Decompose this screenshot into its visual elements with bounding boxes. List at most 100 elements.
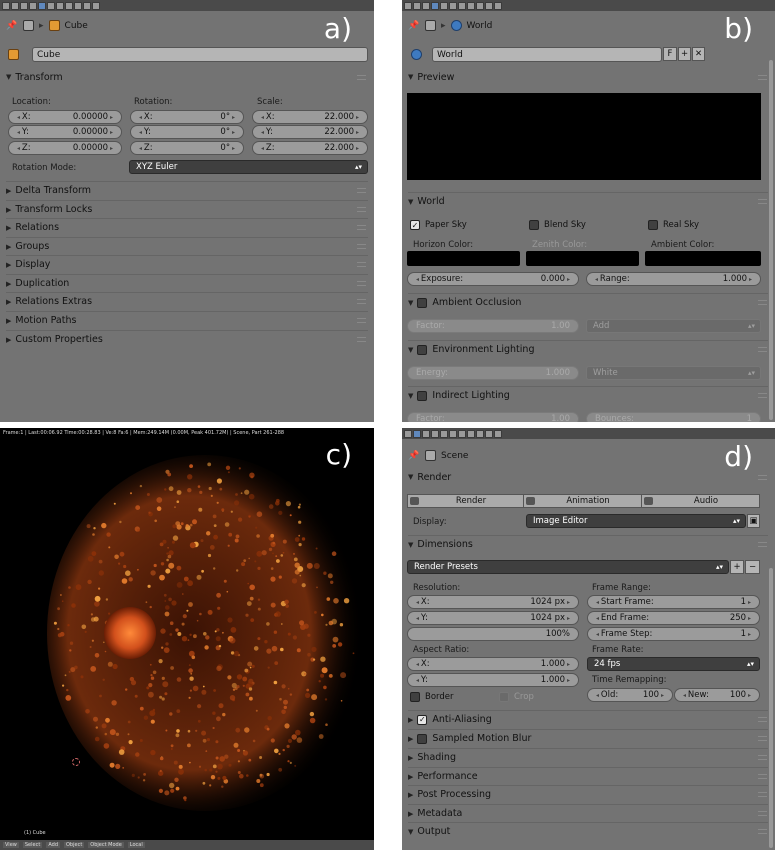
aspect-y-field[interactable]: Y:1.000	[407, 673, 579, 687]
section-relations[interactable]: ▶ Relations	[6, 218, 368, 236]
3d-cursor-icon[interactable]	[72, 758, 80, 766]
drag-grip[interactable]	[357, 75, 366, 80]
render-button[interactable]: Render	[407, 494, 524, 508]
audio-button[interactable]: Audio	[641, 494, 760, 508]
render-presets-select[interactable]: Render Presets ▴▾	[407, 560, 729, 574]
scene-tab-icon[interactable]	[422, 429, 430, 438]
drag-grip[interactable]	[758, 736, 767, 741]
section-motion-paths[interactable]: ▶ Motion Paths	[6, 311, 368, 329]
energy-field[interactable]: Energy: 1.000	[407, 366, 579, 380]
drag-grip[interactable]	[357, 244, 366, 249]
section-custom-properties[interactable]: ▶ Custom Properties	[6, 330, 368, 348]
section-groups[interactable]: ▶ Groups	[6, 237, 368, 255]
section-transform-locks[interactable]: ▶ Transform Locks	[6, 200, 368, 218]
drag-grip[interactable]	[357, 318, 366, 323]
aspect-x-field[interactable]: X:1.000	[407, 657, 579, 671]
texture-tab-icon[interactable]	[83, 1, 91, 10]
physics-tab-icon[interactable]	[494, 1, 502, 10]
blend-sky-checkbox[interactable]: Blend Sky	[529, 220, 586, 230]
section-relations-extras[interactable]: ▶ Relations Extras	[6, 292, 368, 310]
mode-select[interactable]: Object Mode	[88, 842, 124, 848]
paper-sky-checkbox[interactable]: ✓ Paper Sky	[410, 220, 467, 230]
resolution-y-field[interactable]: Y:1024 px	[407, 611, 579, 625]
resolution-x-field[interactable]: X:1024 px	[407, 595, 579, 609]
material-tab-icon[interactable]	[476, 429, 484, 438]
rotation-z-field[interactable]: Z:0°	[130, 141, 244, 155]
scrollbar[interactable]	[769, 568, 773, 848]
data-tab-icon[interactable]	[467, 429, 475, 438]
environment-lighting-header[interactable]: ▼ Environment Lighting	[408, 340, 768, 358]
drag-grip[interactable]	[357, 207, 366, 212]
drag-grip[interactable]	[357, 188, 366, 193]
modifiers-tab-icon[interactable]	[458, 429, 466, 438]
section-performance[interactable]: ▶ Performance	[408, 767, 768, 785]
modifiers-tab-icon[interactable]	[458, 1, 466, 10]
physics-tab-icon[interactable]	[92, 1, 100, 10]
drag-grip[interactable]	[758, 199, 767, 204]
add-preset-icon[interactable]: +	[730, 560, 744, 574]
world-header[interactable]: ▼ World	[408, 192, 768, 210]
drag-grip[interactable]	[357, 337, 366, 342]
zenith-color-swatch[interactable]	[526, 251, 639, 266]
location-z-field[interactable]: Z:0.00000	[8, 141, 122, 155]
drag-grip[interactable]	[758, 829, 767, 834]
drag-grip[interactable]	[758, 347, 767, 352]
indirect-factor-field[interactable]: Factor: 1.00	[407, 412, 579, 422]
drag-grip[interactable]	[758, 755, 767, 760]
section-shading[interactable]: ▶ Shading	[408, 748, 768, 766]
editor-type-icon[interactable]	[404, 1, 412, 10]
time-remap-old-field[interactable]: Old:100	[587, 688, 673, 702]
modifiers-tab-icon[interactable]	[56, 1, 64, 10]
scene-tab-icon[interactable]	[422, 1, 430, 10]
texture-tab-icon[interactable]	[485, 1, 493, 10]
scale-y-field[interactable]: Y:22.000	[252, 125, 368, 139]
drag-grip[interactable]	[758, 792, 767, 797]
view-menu[interactable]: View	[3, 842, 19, 848]
world-tab-icon[interactable]	[431, 429, 439, 438]
scrollbar[interactable]	[769, 60, 773, 420]
material-tab-icon[interactable]	[476, 1, 484, 10]
editor-type-icon[interactable]	[404, 429, 412, 438]
section-metadata[interactable]: ▶ Metadata	[408, 804, 768, 822]
fake-user-button[interactable]: F	[663, 47, 677, 61]
object-tab-icon[interactable]	[38, 1, 46, 10]
drag-grip[interactable]	[357, 281, 366, 286]
render-tab-icon[interactable]	[413, 429, 421, 438]
material-tab-icon[interactable]	[74, 1, 82, 10]
drag-grip[interactable]	[758, 811, 767, 816]
drag-grip[interactable]	[758, 475, 767, 480]
display-select[interactable]: Image Editor ▴▾	[526, 514, 746, 528]
section-duplication[interactable]: ▶ Duplication	[6, 274, 368, 292]
texture-tab-icon[interactable]	[485, 429, 493, 438]
transform-orientation-select[interactable]: Local	[127, 842, 145, 848]
drag-grip[interactable]	[758, 774, 767, 779]
ao-factor-field[interactable]: Factor: 1.00	[407, 319, 579, 333]
drag-grip[interactable]	[357, 299, 366, 304]
section-delta-transform[interactable]: ▶ Delta Transform	[6, 181, 368, 199]
drag-grip[interactable]	[357, 262, 366, 267]
render-tab-icon[interactable]	[413, 1, 421, 10]
constraints-tab-icon[interactable]	[449, 1, 457, 10]
section-anti-aliasing[interactable]: ▶ ✓ Anti-Aliasing	[408, 710, 768, 728]
frame-rate-select[interactable]: 24 fps ▴▾	[587, 657, 760, 671]
rotation-mode-select[interactable]: XYZ Euler ▴▾	[129, 160, 368, 174]
editor-type-icon[interactable]	[2, 1, 10, 10]
remove-preset-icon[interactable]: −	[745, 560, 760, 574]
drag-grip[interactable]	[758, 300, 767, 305]
start-frame-field[interactable]: Start Frame:1	[587, 595, 760, 609]
time-remap-new-field[interactable]: New:100	[674, 688, 760, 702]
world-browse-icon[interactable]	[411, 49, 422, 60]
select-menu[interactable]: Select	[22, 842, 43, 848]
new-world-icon[interactable]: +	[678, 47, 691, 61]
render-tab-icon[interactable]	[11, 1, 19, 10]
crop-checkbox[interactable]: Crop	[499, 692, 534, 702]
horizon-color-swatch[interactable]	[407, 251, 520, 266]
data-tab-icon[interactable]	[65, 1, 73, 10]
section-post-processing[interactable]: ▶ Post Processing	[408, 785, 768, 803]
animation-button[interactable]: Animation	[523, 494, 642, 508]
scale-z-field[interactable]: Z:22.000	[252, 141, 368, 155]
data-tab-icon[interactable]	[467, 1, 475, 10]
transform-header[interactable]: ▼ Transform	[6, 68, 368, 86]
object-menu[interactable]: Object	[64, 842, 85, 848]
section-sampled-motion-blur[interactable]: ▶ Sampled Motion Blur	[408, 729, 768, 747]
